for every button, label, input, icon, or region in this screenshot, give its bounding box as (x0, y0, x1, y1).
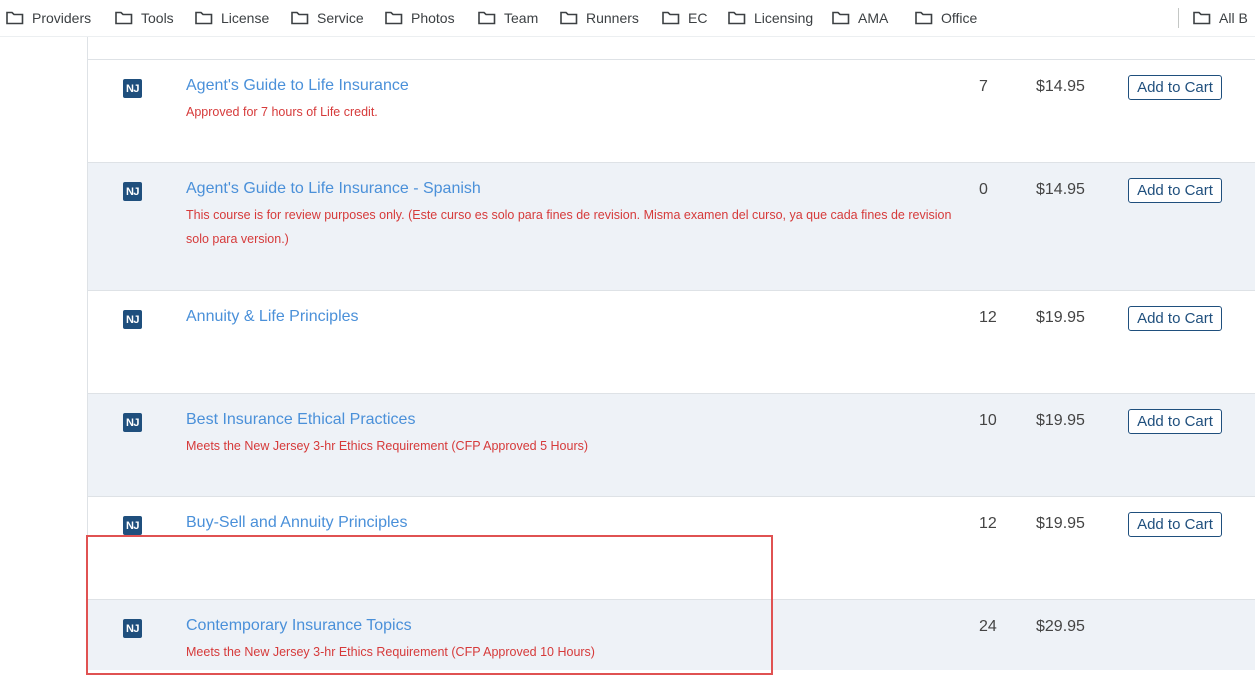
course-row: NJ Best Insurance Ethical Practices Meet… (88, 393, 1255, 497)
bookmark-label: Tools (141, 10, 174, 26)
bookmark-label: Team (504, 10, 539, 26)
bookmark-licensing[interactable]: Licensing (728, 8, 813, 28)
course-title-link[interactable]: Agent's Guide to Life Insurance - Spanis… (186, 180, 481, 198)
nj-state-badge: NJ (123, 619, 142, 638)
course-description: This course is for review purposes only.… (186, 208, 952, 246)
course-price: $19.95 (1036, 412, 1085, 429)
course-row: NJ Buy-Sell and Annuity Principles 12 $1… (88, 496, 1255, 600)
folder-icon (560, 11, 578, 25)
folder-icon (662, 11, 680, 25)
nj-state-badge: NJ (123, 182, 142, 201)
folder-icon (115, 11, 133, 25)
bookmark-label: Office (941, 10, 978, 26)
course-title-link[interactable]: Annuity & Life Principles (186, 308, 359, 326)
add-to-cart-button[interactable]: Add to Cart (1128, 512, 1222, 537)
bookmark-providers[interactable]: Providers (6, 8, 91, 28)
course-price: $29.95 (1036, 618, 1085, 635)
course-price: $14.95 (1036, 181, 1085, 198)
course-description: Meets the New Jersey 3-hr Ethics Require… (186, 439, 589, 453)
bookmark-ama[interactable]: AMA (832, 8, 888, 28)
course-price: $19.95 (1036, 309, 1085, 326)
bookmark-service[interactable]: Service (291, 8, 364, 28)
bookmark-ec[interactable]: EC (662, 8, 707, 28)
course-title-link[interactable]: Agent's Guide to Life Insurance (186, 77, 409, 95)
course-description: Meets the New Jersey 3-hr Ethics Require… (186, 645, 595, 659)
bookmark-runners[interactable]: Runners (560, 8, 639, 28)
bookmark-label: Licensing (754, 10, 814, 26)
all-bookmarks-label: All B (1219, 10, 1248, 26)
add-to-cart-button[interactable]: Add to Cart (1128, 178, 1222, 203)
add-to-cart-button[interactable]: Add to Cart (1128, 409, 1222, 434)
nj-state-badge: NJ (123, 310, 142, 329)
bookmarks-divider (1178, 8, 1179, 28)
course-row: NJ Agent's Guide to Life Insurance - Spa… (88, 162, 1255, 291)
course-description: Approved for 7 hours of Life credit. (186, 105, 378, 119)
folder-icon (385, 11, 403, 25)
folder-icon (832, 11, 850, 25)
course-hours: 10 (979, 412, 997, 429)
add-to-cart-button[interactable]: Add to Cart (1128, 306, 1222, 331)
bookmarks-bar: Providers Tools License Service Photos T… (0, 0, 1255, 37)
bookmark-label: Service (317, 10, 364, 26)
bookmark-photos[interactable]: Photos (385, 8, 455, 28)
course-hours: 24 (979, 618, 997, 635)
nj-state-badge: NJ (123, 413, 142, 432)
folder-icon (6, 11, 24, 25)
folder-icon (478, 11, 496, 25)
course-title-link[interactable]: Best Insurance Ethical Practices (186, 411, 415, 429)
bookmark-license[interactable]: License (195, 8, 269, 28)
course-hours: 0 (979, 181, 988, 198)
bookmark-tools[interactable]: Tools (115, 8, 174, 28)
bookmark-label: AMA (858, 10, 889, 26)
course-hours: 12 (979, 515, 997, 532)
nj-state-badge: NJ (123, 516, 142, 535)
course-list-page: NJ Agent's Guide to Life Insurance Appro… (0, 37, 1255, 670)
folder-icon (195, 11, 213, 25)
folder-icon (291, 11, 309, 25)
folder-icon (728, 11, 746, 25)
bookmark-label: Photos (411, 10, 455, 26)
bookmark-office[interactable]: Office (915, 8, 977, 28)
course-title-link[interactable]: Buy-Sell and Annuity Principles (186, 514, 407, 532)
course-row: NJ Contemporary Insurance Topics Meets t… (88, 599, 1255, 670)
bookmark-label: Runners (586, 10, 639, 26)
all-bookmarks-button[interactable]: All B (1193, 8, 1248, 28)
bookmark-label: License (221, 10, 270, 26)
bookmark-label: Providers (32, 10, 92, 26)
course-row: NJ Annuity & Life Principles 12 $19.95 A… (88, 290, 1255, 394)
course-row: NJ Agent's Guide to Life Insurance Appro… (88, 59, 1255, 163)
course-title-link[interactable]: Contemporary Insurance Topics (186, 617, 412, 635)
bookmark-label: EC (688, 10, 708, 26)
folder-icon (915, 11, 933, 25)
course-price: $14.95 (1036, 78, 1085, 95)
bookmark-team[interactable]: Team (478, 8, 538, 28)
course-price: $19.95 (1036, 515, 1085, 532)
folder-icon (1193, 11, 1211, 25)
course-hours: 12 (979, 309, 997, 326)
nj-state-badge: NJ (123, 79, 142, 98)
course-hours: 7 (979, 78, 988, 95)
add-to-cart-button[interactable]: Add to Cart (1128, 75, 1222, 100)
